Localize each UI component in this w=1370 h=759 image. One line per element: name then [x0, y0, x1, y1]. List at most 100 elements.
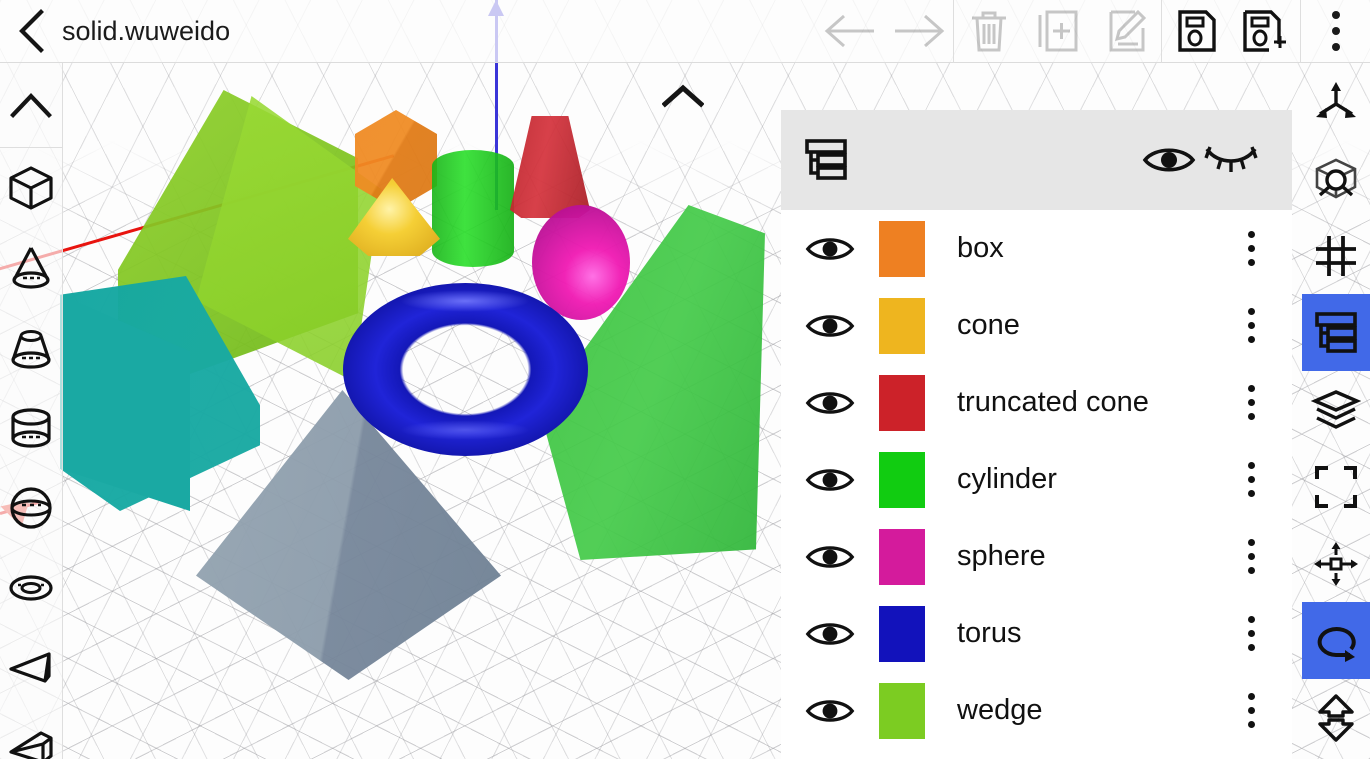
sidebar-item-cone[interactable]	[0, 228, 63, 308]
cone-icon	[12, 247, 50, 289]
save-as-button[interactable]	[1231, 0, 1300, 63]
sidebar-item-rotate[interactable]	[1302, 602, 1370, 679]
three-dots-vertical-icon	[1247, 567, 1255, 574]
table-row[interactable]: cylinder	[781, 441, 1292, 518]
torus-highlight-top	[400, 290, 530, 312]
chevron-left-icon	[19, 9, 44, 53]
eye-open-icon	[1142, 148, 1196, 172]
row-overflow-menu[interactable]	[1220, 462, 1282, 497]
eye-open-icon	[805, 391, 855, 414]
arrow-right-icon	[894, 14, 944, 48]
move-arrows-icon	[1314, 541, 1358, 586]
axes-icon	[1316, 81, 1356, 118]
chevron-up-icon[interactable]	[662, 82, 704, 108]
sidebar-item-wedge[interactable]	[0, 708, 63, 759]
three-dots-vertical-icon	[1247, 322, 1255, 329]
view-toolbar	[1302, 63, 1370, 759]
color-swatch[interactable]	[879, 528, 925, 585]
color-swatch[interactable]	[879, 682, 925, 739]
visibility-toggle[interactable]	[799, 695, 861, 727]
color-swatch[interactable]	[879, 605, 925, 662]
row-overflow-menu[interactable]	[1220, 616, 1282, 651]
color-swatch[interactable]	[879, 220, 925, 277]
table-row[interactable]: box	[781, 210, 1292, 287]
three-dots-vertical-icon	[1247, 539, 1255, 546]
sidebar-item-box[interactable]	[0, 148, 63, 228]
three-dots-vertical-icon	[1247, 336, 1255, 343]
table-row[interactable]: sphere	[781, 518, 1292, 595]
hide-all-button[interactable]	[1200, 143, 1262, 177]
table-row[interactable]: torus	[781, 595, 1292, 672]
sidebar-item-fit-to-view[interactable]	[1302, 448, 1370, 525]
sidebar-item-tree[interactable]	[1302, 294, 1370, 371]
redo-button[interactable]	[884, 0, 953, 63]
scale-arrows-icon	[1318, 693, 1354, 742]
table-row[interactable]: cone	[781, 287, 1292, 364]
visibility-toggle[interactable]	[799, 310, 861, 342]
three-dots-vertical-icon	[1247, 245, 1255, 252]
top-toolbar: solid.wuweido	[0, 0, 1370, 63]
shape-cylinder-green[interactable]	[432, 150, 514, 267]
eye-closed-icon	[1204, 146, 1258, 172]
sidebar-item-grid[interactable]	[1302, 217, 1370, 294]
sidebar-item-collapse[interactable]	[0, 63, 63, 148]
back-button[interactable]	[0, 0, 62, 63]
sidebar-item-move[interactable]	[1302, 525, 1370, 602]
save-button[interactable]	[1162, 0, 1231, 63]
fullscreen-brackets-icon	[1315, 465, 1357, 508]
color-swatch[interactable]	[879, 374, 925, 431]
duplicate-button[interactable]	[1023, 0, 1092, 63]
sidebar-item-axes[interactable]	[1302, 63, 1370, 140]
show-all-button[interactable]	[1138, 143, 1200, 177]
overflow-menu-button[interactable]	[1301, 0, 1370, 63]
object-tree-panel: box cone truncated cone cylinder sphere torus…	[781, 110, 1292, 759]
color-swatch[interactable]	[879, 451, 925, 508]
visibility-toggle[interactable]	[799, 618, 861, 650]
object-name-label: cylinder	[957, 463, 1057, 495]
row-overflow-menu[interactable]	[1220, 539, 1282, 574]
three-dots-vertical-icon	[1247, 553, 1255, 560]
sidebar-item-inspect[interactable]	[1302, 140, 1370, 217]
rotate-arrow-icon	[1317, 626, 1356, 662]
edit-button[interactable]	[1092, 0, 1161, 63]
object-tree-list[interactable]: box cone truncated cone cylinder sphere torus…	[781, 210, 1292, 749]
three-dots-vertical-icon	[1247, 308, 1255, 315]
visibility-toggle[interactable]	[799, 233, 861, 265]
eye-open-icon	[805, 468, 855, 491]
tree-panel-header	[781, 110, 1292, 210]
row-overflow-menu[interactable]	[1220, 385, 1282, 420]
visibility-toggle[interactable]	[799, 387, 861, 419]
sidebar-item-pyramid[interactable]	[0, 628, 63, 708]
grid-icon	[1316, 235, 1356, 276]
sidebar-item-sphere[interactable]	[0, 468, 63, 548]
row-overflow-menu[interactable]	[1220, 308, 1282, 343]
visibility-toggle[interactable]	[799, 464, 861, 496]
table-row[interactable]: truncated cone	[781, 364, 1292, 441]
eye-open-icon	[805, 314, 855, 337]
three-dots-vertical-icon	[1247, 413, 1255, 420]
eye-open-icon	[805, 699, 855, 722]
three-dots-vertical-icon	[1247, 385, 1255, 392]
toolbar-edit-group	[954, 0, 1161, 63]
shape-toolbar	[0, 63, 63, 759]
row-overflow-menu[interactable]	[1220, 231, 1282, 266]
sidebar-item-truncated-cone[interactable]	[0, 308, 63, 388]
sidebar-item-cylinder[interactable]	[0, 388, 63, 468]
sidebar-item-torus[interactable]	[0, 548, 63, 628]
object-name-label: torus	[957, 617, 1022, 649]
cube-magnifier-icon	[1315, 158, 1357, 198]
delete-button[interactable]	[954, 0, 1023, 63]
shape-sphere-magenta[interactable]	[532, 205, 630, 320]
color-swatch[interactable]	[879, 297, 925, 354]
shape-truncated-cone-red[interactable]	[510, 116, 590, 218]
cylinder-icon	[11, 408, 51, 448]
object-name-label: wedge	[957, 694, 1043, 726]
object-name-label: cone	[957, 309, 1020, 341]
visibility-toggle[interactable]	[799, 541, 861, 573]
three-dots-vertical-icon	[1247, 476, 1255, 483]
undo-button[interactable]	[815, 0, 884, 63]
table-row[interactable]: wedge	[781, 672, 1292, 749]
row-overflow-menu[interactable]	[1220, 693, 1282, 728]
sidebar-item-scale[interactable]	[1302, 679, 1370, 756]
sidebar-item-layers[interactable]	[1302, 371, 1370, 448]
